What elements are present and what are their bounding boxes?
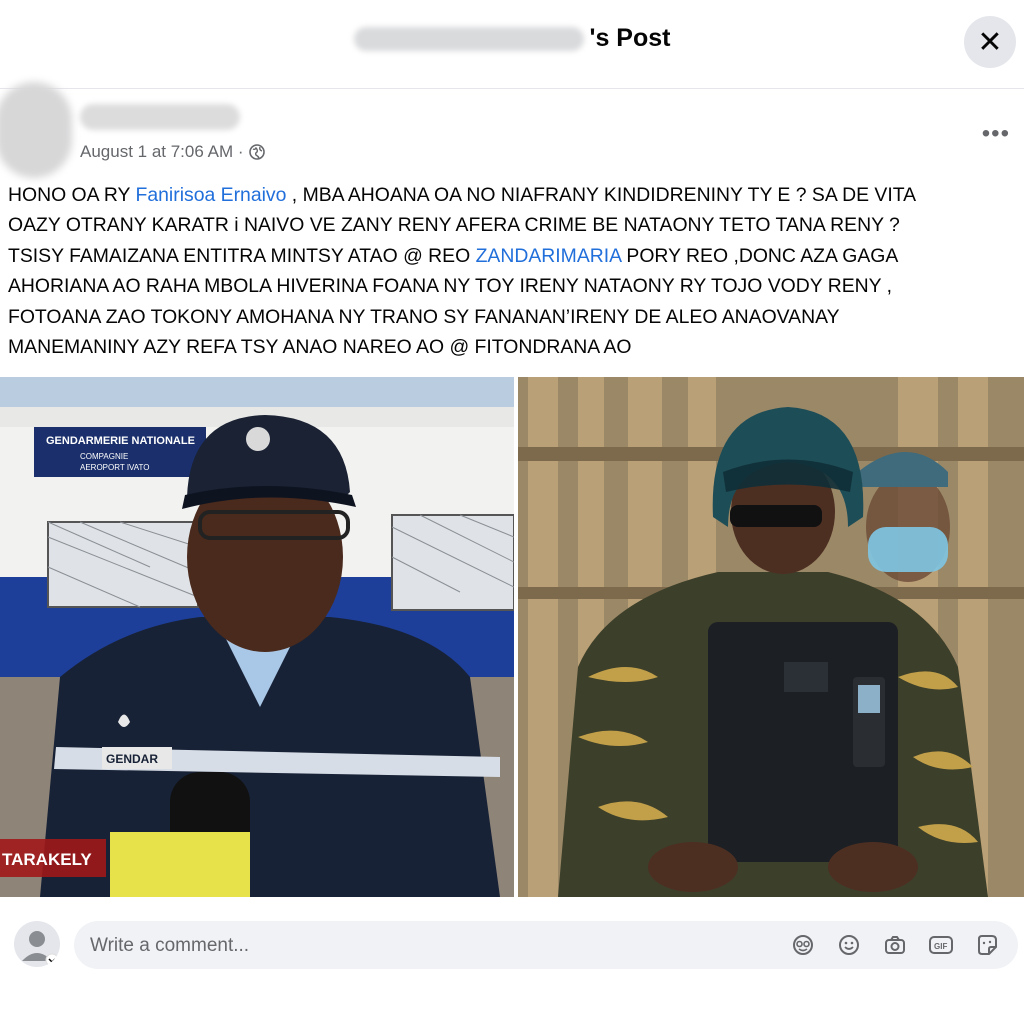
author-avatar[interactable] — [0, 82, 72, 178]
close-icon: ✕ — [977, 25, 1003, 59]
title-suffix: 's Post — [589, 24, 671, 52]
more-options-button[interactable]: ••• — [982, 120, 1010, 148]
post-line-4: AHORIANA AO RAHA MBOLA HIVERINA FOANA NY… — [8, 275, 892, 298]
svg-text:GIF: GIF — [934, 942, 947, 951]
avatar-sticker-icon[interactable] — [790, 932, 816, 958]
photo-caption: TARAKELY — [2, 850, 92, 869]
camera-icon[interactable] — [882, 932, 908, 958]
post-line-5: FOTOANA ZAO TOKONY AMOHANA NY TRANO SY F… — [8, 305, 840, 328]
emoji-icon[interactable] — [836, 932, 862, 958]
photo-gendarme-interview[interactable]: GENDARMERIE NATIONALE COMPAGNIE AEROPORT… — [0, 377, 514, 897]
post-line-3: TSISY FAMAIZANA ENTITRA MINTSY ATAO @ RE… — [8, 244, 899, 267]
dialog-header: 's Post ✕ — [0, 0, 1024, 89]
post-line-1: HONO OA RY Fanirisoa Ernaivo , MBA AHOAN… — [8, 184, 917, 206]
photo-armed-gendarme[interactable] — [518, 377, 1024, 897]
globe-icon — [249, 144, 266, 160]
post-timestamp[interactable]: August 1 at 7:06 AM · — [80, 142, 243, 162]
photo-right-illustration — [518, 377, 1024, 897]
photo-left-illustration: GENDARMERIE NATIONALE COMPAGNIE AEROPORT… — [0, 377, 514, 897]
comment-placeholder: Write a comment... — [90, 935, 250, 956]
commenter-avatar[interactable] — [14, 921, 60, 967]
mention-link[interactable]: Fanirisoa Ernaivo — [136, 184, 287, 206]
sign-text-2: COMPAGNIE — [80, 452, 128, 461]
blurred-author-name — [353, 27, 584, 52]
page-link[interactable]: ZANDARIMARIA — [476, 245, 621, 267]
comment-tools: GIF — [790, 932, 1000, 958]
post-line-2: OAZY OTRANY KARATR i NAIVO VE ZANY RENY … — [8, 214, 900, 237]
post-line-6: MANEMANINY AZY REFA TSY ANAO NAREO AO @ … — [8, 336, 632, 359]
avatar-icon — [22, 931, 59, 967]
sticker-face-icon[interactable] — [974, 932, 1000, 958]
comment-input[interactable]: Write a comment... GIF — [74, 921, 1018, 969]
post-text: HONO OA RY Fanirisoa Ernaivo , MBA AHOAN… — [8, 180, 1020, 362]
close-button[interactable]: ✕ — [964, 16, 1016, 68]
dialog-title: 's Post — [0, 24, 1024, 53]
author-name-blurred[interactable] — [80, 104, 240, 130]
post-meta: August 1 at 7:06 AM · — [80, 142, 266, 162]
uniform-badge-text: GENDAR — [106, 752, 158, 766]
sign-text-3: AEROPORT IVATO — [80, 463, 150, 472]
gif-icon[interactable]: GIF — [928, 932, 954, 958]
sign-text-1: GENDARMERIE NATIONALE — [46, 435, 195, 447]
